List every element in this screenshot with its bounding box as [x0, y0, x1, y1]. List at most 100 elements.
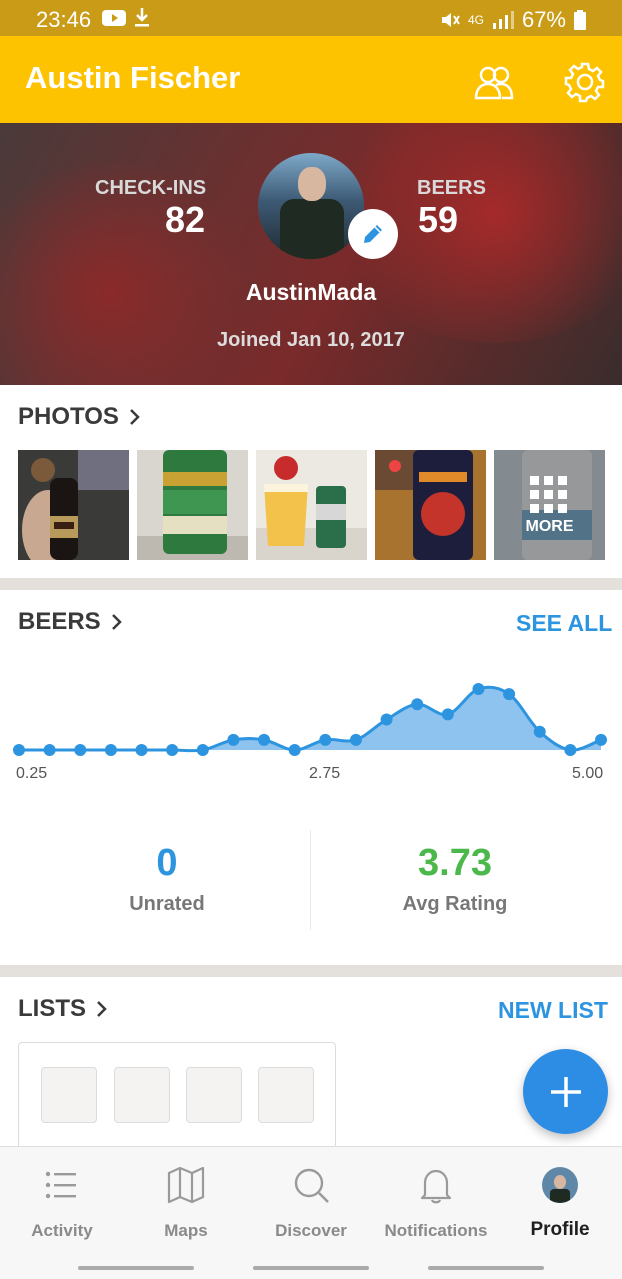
avatar[interactable]: [258, 153, 364, 259]
page-title: Austin Fischer: [25, 60, 241, 95]
chart-point: [503, 688, 516, 701]
chart-point: [74, 744, 87, 756]
chart-point: [135, 744, 148, 756]
photo-thumbnail[interactable]: [137, 450, 248, 560]
battery-icon: [574, 10, 586, 30]
chevron-right-icon: [130, 409, 140, 425]
nav-label: Maps: [164, 1221, 208, 1240]
nav-profile[interactable]: Profile: [498, 1147, 622, 1255]
bottom-navigation: Activity Maps Discover Notifications Pro…: [0, 1146, 622, 1255]
chevron-right-icon: [111, 614, 122, 630]
nav-label: Profile: [530, 1219, 590, 1240]
battery-percent: 67%: [521, 7, 566, 32]
avg-rating-label: Avg Rating: [402, 893, 508, 915]
mute-icon: [441, 13, 460, 27]
beers-label: BEERS: [417, 177, 486, 199]
edit-profile-button[interactable]: [348, 209, 398, 259]
photo-thumbnail[interactable]: [18, 450, 129, 560]
system-gesture-bar: [0, 1254, 622, 1279]
beers-count[interactable]: 59: [418, 199, 458, 241]
tick-label: 0.25: [16, 765, 48, 782]
nav-discover[interactable]: Discover: [249, 1147, 373, 1255]
nav-notifications[interactable]: Notifications: [374, 1147, 498, 1255]
avg-rating-value: 3.73: [418, 842, 492, 884]
status-bar: 23:46 4G 67%: [0, 0, 622, 36]
nav-maps[interactable]: Maps: [124, 1147, 248, 1255]
nav-label: Activity: [31, 1221, 93, 1240]
stats-divider: [310, 830, 311, 930]
photo-thumbnail[interactable]: [256, 450, 367, 560]
chart-point: [166, 744, 179, 756]
list-thumbnail: [258, 1067, 314, 1123]
avatar-face: [298, 167, 326, 201]
friends-icon[interactable]: [474, 62, 514, 102]
tick-label: 2.75: [309, 765, 341, 782]
chart-point: [380, 713, 393, 726]
status-time: 23:46: [36, 7, 92, 32]
beers-header[interactable]: BEERS: [18, 608, 123, 636]
photo-beer-can: [375, 450, 486, 560]
avatar-icon: [542, 1167, 578, 1203]
chart-point: [564, 744, 577, 756]
profile-header: CHECK-INS 82 BEERS 59 AustinMada Joined …: [0, 123, 622, 385]
chart-point: [319, 733, 332, 746]
lists-header[interactable]: LISTS: [18, 995, 108, 1023]
plus-icon: [550, 1076, 581, 1107]
see-all-link[interactable]: SEE ALL: [516, 610, 612, 637]
checkins-label: CHECK-INS: [95, 177, 207, 199]
gesture-handle: [428, 1266, 544, 1270]
youtube-icon: [102, 10, 126, 26]
checkins-count[interactable]: 82: [165, 199, 205, 241]
chart-point: [258, 733, 271, 746]
network-type: 4G: [467, 13, 484, 27]
chart-point: [472, 683, 485, 695]
add-checkin-button[interactable]: [523, 1049, 608, 1134]
rating-distribution-chart: [13, 683, 607, 756]
more-label: MORE: [525, 518, 574, 535]
chart-point: [349, 733, 362, 746]
chart-point: [227, 733, 240, 746]
list-icon: [45, 1171, 76, 1199]
chart-point: [288, 744, 301, 756]
new-list-link[interactable]: NEW LIST: [498, 997, 608, 1024]
gesture-handle: [253, 1266, 369, 1270]
lists-title: LISTS: [18, 995, 87, 1022]
chart-point: [441, 708, 454, 721]
chart-point: [13, 744, 25, 756]
photo-more-button[interactable]: MORE: [494, 450, 605, 560]
download-icon: [135, 8, 149, 27]
chart-point: [196, 744, 209, 756]
avatar-uniform: [280, 199, 344, 259]
list-thumbnail: [186, 1067, 242, 1123]
username: AustinMada: [245, 279, 377, 305]
photos-title: PHOTOS: [18, 403, 119, 430]
pencil-icon: [364, 225, 382, 243]
photos-header[interactable]: PHOTOS: [18, 403, 141, 431]
app-bar: Austin Fischer: [0, 36, 622, 123]
list-thumbnail: [41, 1067, 97, 1123]
photo-beer-bottle: [18, 450, 129, 560]
nav-label: Discover: [275, 1221, 347, 1240]
chart-point: [533, 725, 546, 738]
chart-point: [43, 744, 56, 756]
unrated-count[interactable]: 0: [42, 842, 292, 885]
tick-label: 5.00: [572, 765, 604, 782]
search-icon: [294, 1168, 329, 1203]
nav-activity[interactable]: Activity: [0, 1147, 124, 1255]
photo-beer-glass: [256, 450, 367, 560]
photo-thumbnail[interactable]: [375, 450, 486, 560]
chevron-right-icon: [97, 1001, 107, 1017]
gear-icon[interactable]: [563, 60, 607, 104]
unrated-label: Unrated: [129, 893, 205, 915]
photo-beer-can: [137, 450, 248, 560]
section-divider: [0, 965, 622, 977]
nav-label: Notifications: [384, 1221, 488, 1240]
signal-icon: [492, 11, 514, 29]
bell-icon: [420, 1169, 452, 1204]
beers-title: BEERS: [18, 608, 101, 635]
section-divider: [0, 578, 622, 590]
list-thumbnail: [114, 1067, 170, 1123]
map-icon: [167, 1166, 205, 1204]
gesture-handle: [78, 1266, 194, 1270]
status-right: 4G 67%: [440, 7, 586, 33]
